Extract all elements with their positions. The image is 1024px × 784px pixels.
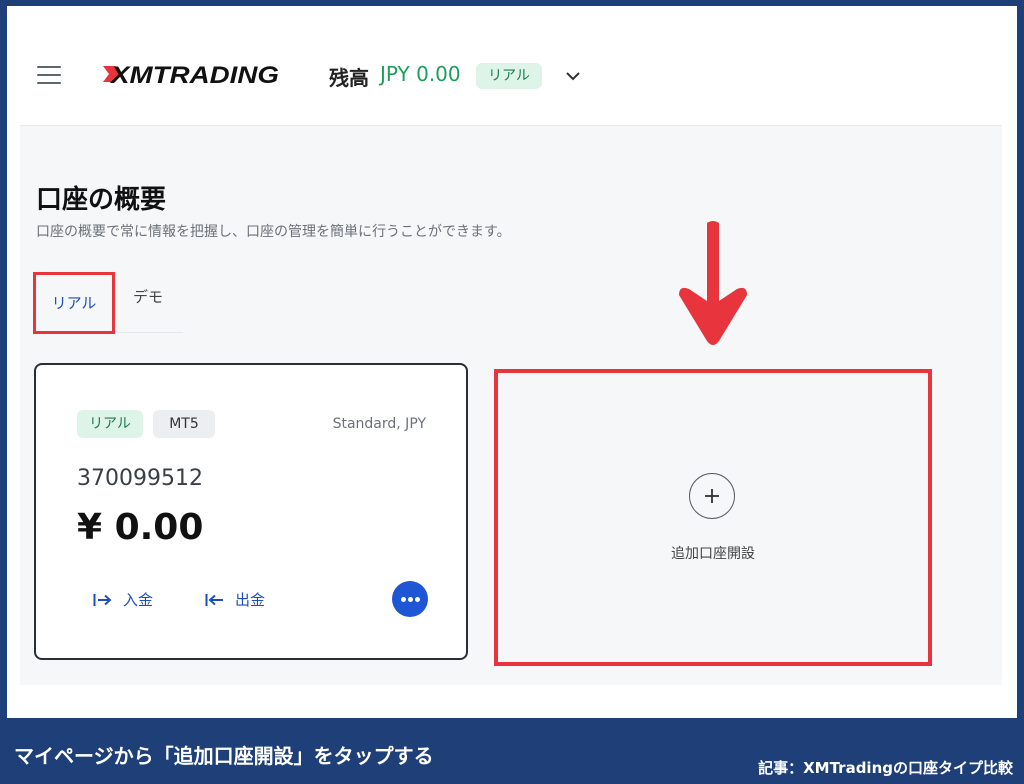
tab-real[interactable]: リアル bbox=[33, 272, 115, 334]
account-type-badge: リアル bbox=[476, 63, 542, 89]
withdraw-label: 出金 bbox=[235, 591, 266, 609]
account-type-tag: リアル bbox=[77, 410, 143, 438]
tab-demo[interactable]: デモ bbox=[133, 286, 163, 307]
withdraw-button[interactable]: 出金 bbox=[205, 589, 265, 610]
add-account-label: 追加口座開設 bbox=[671, 546, 755, 562]
balance-label: 残高 bbox=[329, 66, 369, 90]
deposit-label: 入金 bbox=[123, 591, 154, 609]
chevron-down-icon[interactable] bbox=[563, 66, 583, 86]
account-number: 370099512 bbox=[77, 466, 203, 491]
menu-icon[interactable] bbox=[37, 66, 61, 84]
deposit-button[interactable]: 入金 bbox=[93, 589, 153, 610]
page-title: 口座の概要 bbox=[36, 185, 167, 215]
logo-text: XMTRADING bbox=[109, 62, 279, 89]
tab-divider bbox=[117, 332, 183, 333]
account-balance: ¥ 0.00 bbox=[77, 507, 204, 548]
deposit-icon bbox=[93, 593, 112, 606]
more-icon[interactable] bbox=[392, 581, 428, 617]
plus-icon bbox=[689, 473, 735, 519]
account-card[interactable]: リアル MT5 Standard, JPY 370099512 ¥ 0.00 入… bbox=[34, 363, 468, 660]
balance-value: JPY 0.00 bbox=[380, 62, 461, 86]
xmtrading-logo[interactable]: XMTRADING bbox=[103, 59, 283, 89]
footer-instruction: マイページから「追加口座開設」をタップする bbox=[14, 744, 434, 768]
page-subtitle: 口座の概要で常に情報を把握し、口座の管理を簡単に行うことができます。 bbox=[36, 224, 511, 240]
withdraw-icon bbox=[205, 593, 223, 606]
add-account-button[interactable]: 追加口座開設 bbox=[494, 369, 932, 666]
down-arrow-icon bbox=[679, 221, 747, 345]
platform-tag: MT5 bbox=[153, 410, 215, 438]
account-kind: Standard, JPY bbox=[332, 416, 426, 432]
footer-article-note: 記事：XMTradingの口座タイプ比較 bbox=[758, 759, 1013, 777]
screenshot-frame: XMTRADING 残高 JPY 0.00 リアル 口座の概要 口座の概要で常に… bbox=[7, 6, 1017, 718]
